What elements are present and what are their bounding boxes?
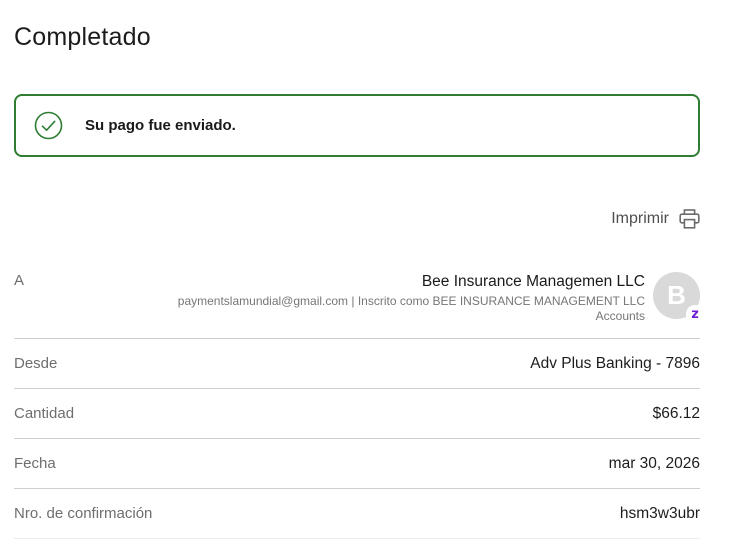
printer-icon[interactable] [679, 209, 700, 229]
recipient-subtitle: paymentslamundial@gmail.com | Inscrito c… [178, 294, 645, 309]
detail-value: hsm3w3ubr [620, 505, 700, 523]
detail-row-confirmation: Nro. de confirmación hsm3w3ubr [14, 489, 700, 539]
page-title: Completado [14, 23, 700, 52]
detail-label: Nro. de confirmación [14, 505, 152, 522]
payment-confirmation-page: Completado Su pago fue enviado. Imprimir… [14, 0, 700, 539]
detail-label: Fecha [14, 455, 56, 472]
print-link[interactable]: Imprimir [611, 210, 669, 228]
detail-value: Adv Plus Banking - 7896 [530, 355, 700, 373]
detail-label: Desde [14, 355, 57, 372]
zelle-icon: z [686, 305, 704, 323]
recipient-avatar: B z [653, 272, 700, 319]
print-row: Imprimir [14, 208, 700, 230]
avatar-letter: B [667, 280, 686, 311]
recipient-subtitle-2: Accounts [178, 309, 645, 324]
detail-row-amount: Cantidad $66.12 [14, 389, 700, 439]
detail-value: $66.12 [653, 405, 700, 423]
success-message: Su pago fue enviado. [85, 117, 236, 134]
success-banner: Su pago fue enviado. [14, 94, 700, 157]
detail-row-from: Desde Adv Plus Banking - 7896 [14, 339, 700, 389]
detail-value: mar 30, 2026 [609, 455, 700, 473]
detail-row-date: Fecha mar 30, 2026 [14, 439, 700, 489]
recipient-name: Bee Insurance Managemen LLC [178, 272, 645, 291]
recipient-row: A Bee Insurance Managemen LLC paymentsla… [14, 266, 700, 339]
recipient-row-label: A [14, 272, 24, 289]
check-circle-icon [34, 111, 63, 140]
detail-label: Cantidad [14, 405, 74, 422]
recipient-info: Bee Insurance Managemen LLC paymentslamu… [178, 272, 645, 324]
